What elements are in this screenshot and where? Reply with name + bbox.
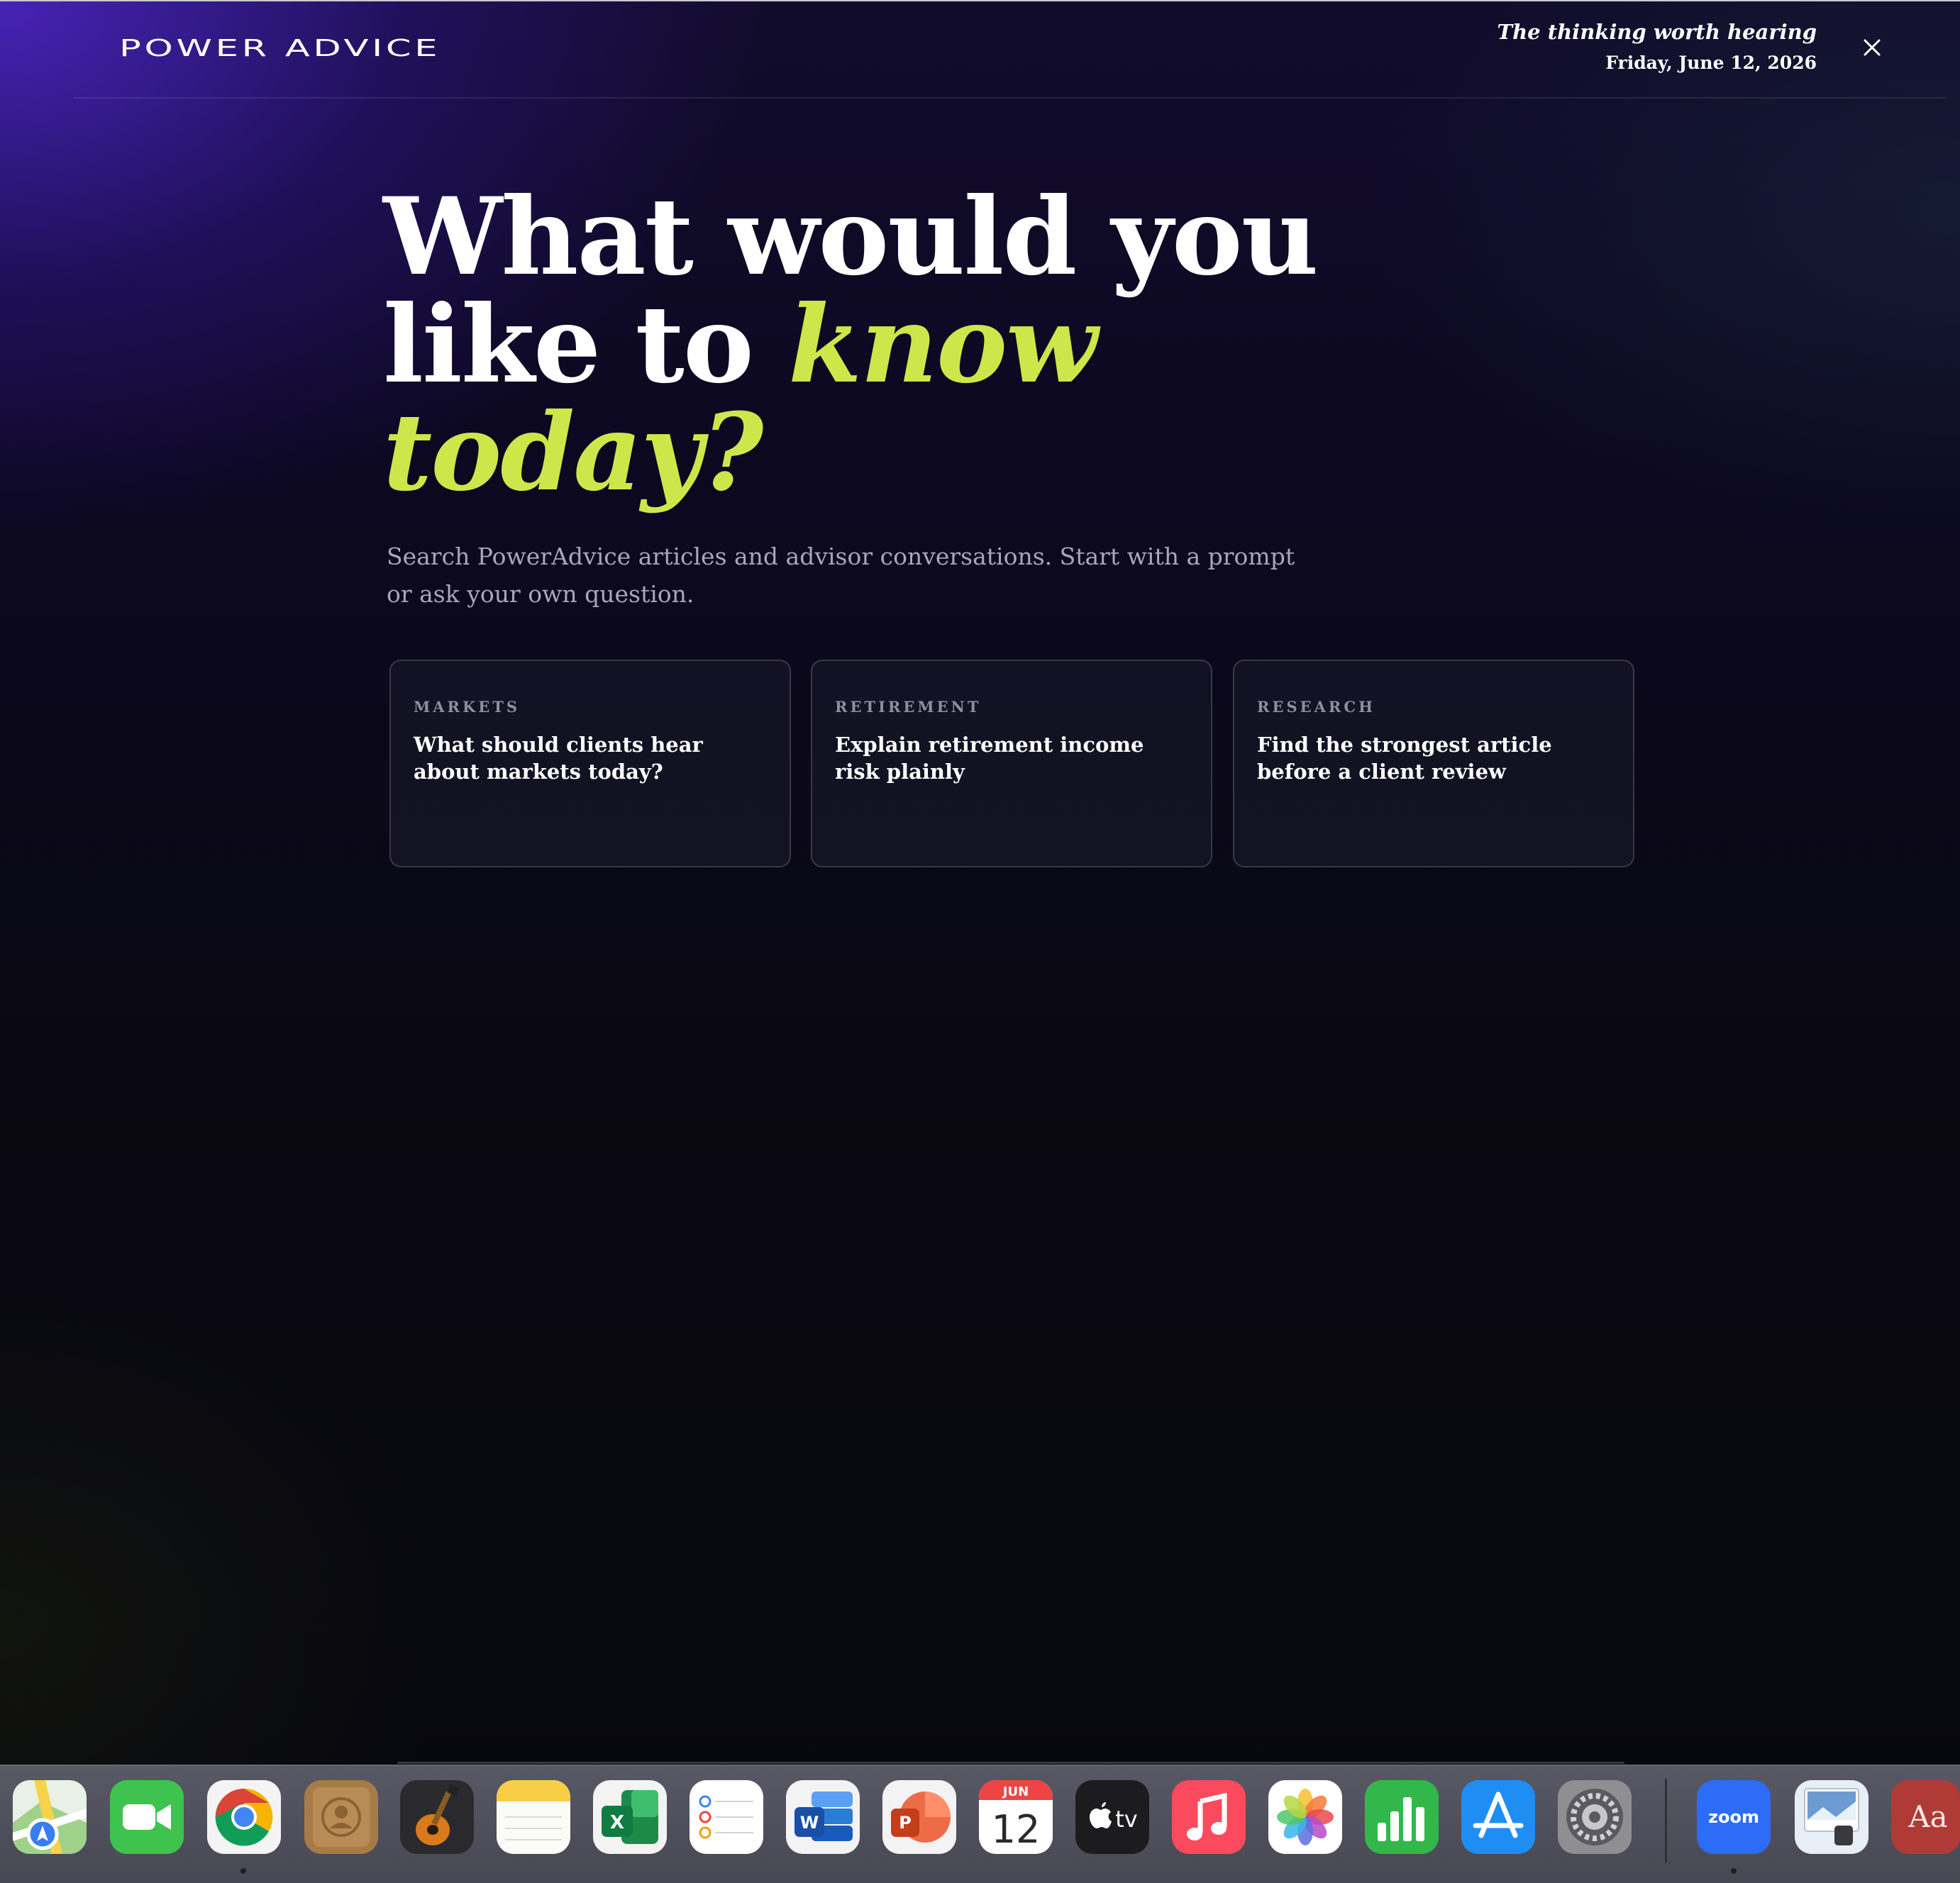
calendar-day: 12 [992,1807,1041,1852]
prompt-question: Find the strongest article before a clie… [1257,733,1552,784]
hero-subtitle: Search PowerAdvice articles and advisor … [387,543,1295,608]
prompt-category: MARKETS [414,698,521,716]
prompt-card-research[interactable]: RESEARCH Find the strongest article befo… [1233,660,1634,867]
preview-icon[interactable] [1795,1780,1868,1854]
hero-line-2: like to [383,282,789,407]
header-divider [74,97,1947,99]
prompt-category: RESEARCH [1257,698,1375,716]
zoom-icon[interactable]: zoom [1697,1780,1771,1854]
brand-logo[interactable]: POWER ADVICE [119,34,441,62]
zoom-running-indicator [1731,1868,1737,1874]
music-icon[interactable] [1172,1780,1246,1854]
hero-accent-today: today? [383,390,763,515]
zoom-label: zoom [1708,1807,1759,1827]
dock-separator [1665,1779,1667,1862]
numbers-icon[interactable] [1365,1780,1439,1854]
prompt-category: RETIREMENT [835,698,982,716]
dictionary-label: Aa [1908,1799,1947,1834]
dictionary-icon[interactable]: Aa [1891,1780,1960,1854]
prompt-card-markets[interactable]: MARKETS What should clients hear about m… [389,660,791,867]
excel-icon[interactable]: X [593,1780,667,1854]
app-store-icon[interactable] [1461,1780,1535,1854]
tagline: The thinking worth hearing [1497,20,1817,44]
chrome-running-indicator [240,1868,246,1874]
calendar-month: JUN [1002,1784,1029,1799]
reminders-icon[interactable] [690,1780,763,1854]
window-top-edge [0,0,1960,1]
close-button[interactable] [1856,31,1888,64]
contacts-icon[interactable] [304,1780,378,1854]
photos-icon[interactable] [1268,1780,1342,1854]
powerpoint-letter: P [899,1813,912,1833]
word-letter: W [800,1813,819,1833]
notes-icon[interactable] [497,1780,570,1854]
hero-line-1: What would you [383,174,1319,299]
dock-reflection [397,1762,1624,1764]
powerpoint-icon[interactable]: P [882,1780,956,1854]
facetime-icon[interactable] [110,1780,184,1854]
word-icon[interactable]: W [786,1780,860,1854]
prompt-cards: MARKETS What should clients hear about m… [389,660,1634,867]
calendar-icon[interactable]: JUN 12 [979,1780,1053,1854]
excel-letter: X [610,1812,624,1833]
hero-accent-know: know [788,282,1097,407]
prompt-question: Explain retirement income risk plainly [835,733,1144,784]
chrome-icon[interactable] [207,1780,281,1854]
hero-title: What would you like to know today? [383,183,1447,506]
apple-tv-icon[interactable]: tv [1075,1780,1149,1854]
tv-label: tv [1115,1806,1137,1833]
maps-icon[interactable] [13,1780,87,1854]
garageband-icon[interactable] [400,1780,474,1854]
current-date: Friday, June 12, 2026 [1605,52,1817,73]
prompt-card-retirement[interactable]: RETIREMENT Explain retirement income ris… [811,660,1212,867]
page: POWER ADVICE The thinking worth hearing … [0,0,1960,1883]
prompt-question: What should clients hear about markets t… [414,733,703,784]
system-settings-icon[interactable] [1558,1780,1632,1854]
close-icon [1864,39,1881,56]
